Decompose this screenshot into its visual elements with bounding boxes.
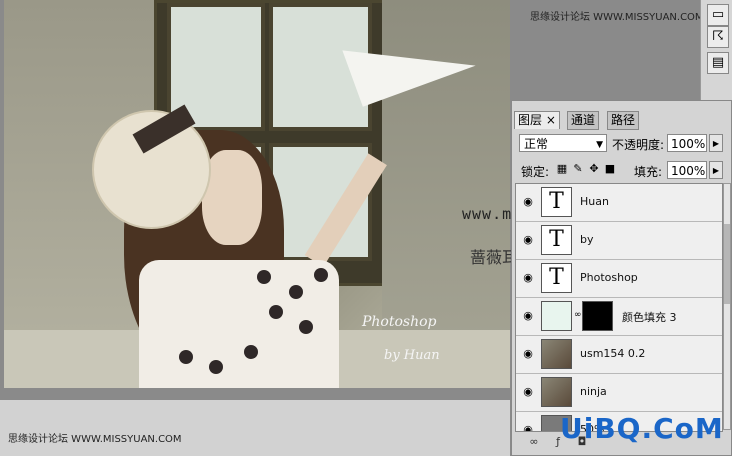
- close-icon[interactable]: ×: [546, 113, 556, 127]
- lock-pixels-icon[interactable]: ✎: [572, 163, 584, 175]
- tab-layers[interactable]: 图层 ×: [514, 111, 560, 129]
- history-icon[interactable]: ☈: [707, 26, 729, 48]
- top-credit: 思缘设计论坛 WWW.MISSYUAN.COM: [530, 12, 704, 23]
- tab-paths[interactable]: 路径: [607, 111, 640, 130]
- eye-icon[interactable]: ◉: [520, 233, 536, 247]
- polka-dot-dress: [139, 260, 339, 388]
- lock-transparency-icon[interactable]: ▦: [556, 163, 568, 175]
- fill-label: 填充:: [634, 165, 663, 179]
- layer-thumbnail: T: [541, 263, 572, 293]
- layer-row[interactable]: ◉ T Huan: [516, 184, 722, 222]
- layer-thumbnail: [541, 377, 572, 407]
- layer-row[interactable]: ◉ T Photoshop: [516, 260, 722, 298]
- layer-name: 颜色填充 3: [622, 311, 677, 324]
- fill-layer-thumbnail: [541, 301, 572, 331]
- layer-name: usm154 0.2: [580, 347, 646, 360]
- opacity-label: 不透明度:: [612, 138, 665, 152]
- actions-icon[interactable]: ▤: [707, 52, 729, 74]
- panel-tabs: 图层 × 通道 路径: [512, 111, 731, 130]
- document-canvas[interactable]: Photoshop by Huan: [4, 0, 510, 388]
- layer-thumbnail: T: [541, 187, 572, 217]
- lock-all-icon[interactable]: ■: [604, 163, 616, 175]
- layer-name: Huan: [580, 195, 609, 208]
- eye-icon[interactable]: ◉: [520, 271, 536, 285]
- scrollbar-thumb[interactable]: [724, 224, 730, 304]
- tab-label: 图层: [518, 113, 543, 127]
- bottom-credit: 思缘设计论坛 WWW.MISSYUAN.COM: [8, 434, 182, 445]
- fill-input[interactable]: 100%: [667, 161, 707, 179]
- signature-line2: by Huan: [384, 348, 440, 363]
- face: [202, 150, 262, 245]
- lock-position-icon[interactable]: ✥: [588, 163, 600, 175]
- layer-thumbnail: T: [541, 225, 572, 255]
- chevron-down-icon: ▼: [596, 140, 603, 150]
- eye-icon[interactable]: ◉: [520, 385, 536, 399]
- mask-thumbnail: [582, 301, 613, 331]
- layer-row[interactable]: ◉ ∞ 颜色填充 3: [516, 298, 722, 336]
- opacity-slider-button[interactable]: ▶: [709, 134, 723, 152]
- workspace-bottom: [0, 400, 510, 456]
- layers-scrollbar[interactable]: [723, 183, 731, 430]
- link-layers-icon[interactable]: ∞: [526, 435, 542, 449]
- eye-icon[interactable]: ◉: [520, 195, 536, 209]
- layer-name: Photoshop: [580, 271, 638, 284]
- layer-thumbnail: [541, 339, 572, 369]
- link-icon[interactable]: ∞: [574, 310, 582, 320]
- layer-name: by: [580, 233, 594, 246]
- layer-row[interactable]: ◉ ninja: [516, 374, 722, 412]
- signature-line1: Photoshop: [362, 314, 437, 330]
- layer-row[interactable]: ◉ T by: [516, 222, 722, 260]
- layers-list: ◉ T Huan ◉ T by ◉ T Photoshop ◉ ∞ 颜色填充 3…: [515, 183, 723, 432]
- tab-channels[interactable]: 通道: [567, 111, 600, 130]
- blend-mode-value: 正常: [524, 137, 549, 151]
- eye-icon[interactable]: ◉: [520, 309, 536, 323]
- tab-label: 路径: [611, 113, 636, 127]
- blend-mode-select[interactable]: 正常 ▼: [519, 134, 607, 152]
- panel-dock: ▭ ☈ ▤: [700, 0, 732, 100]
- brand-watermark: UiBQ.CoM: [560, 412, 724, 445]
- layers-panel: 图层 × 通道 路径 正常 ▼ 不透明度: 100% ▶ 锁定: ▦ ✎ ✥ ■…: [511, 100, 732, 456]
- layer-row[interactable]: ◉ usm154 0.2: [516, 336, 722, 374]
- minimize-icon[interactable]: ▭: [707, 4, 729, 26]
- tab-label: 通道: [571, 113, 596, 127]
- eye-icon[interactable]: ◉: [520, 347, 536, 361]
- fill-slider-button[interactable]: ▶: [709, 161, 723, 179]
- opacity-input[interactable]: 100%: [667, 134, 707, 152]
- layer-name: ninja: [580, 385, 607, 398]
- lock-label: 锁定:: [521, 165, 550, 179]
